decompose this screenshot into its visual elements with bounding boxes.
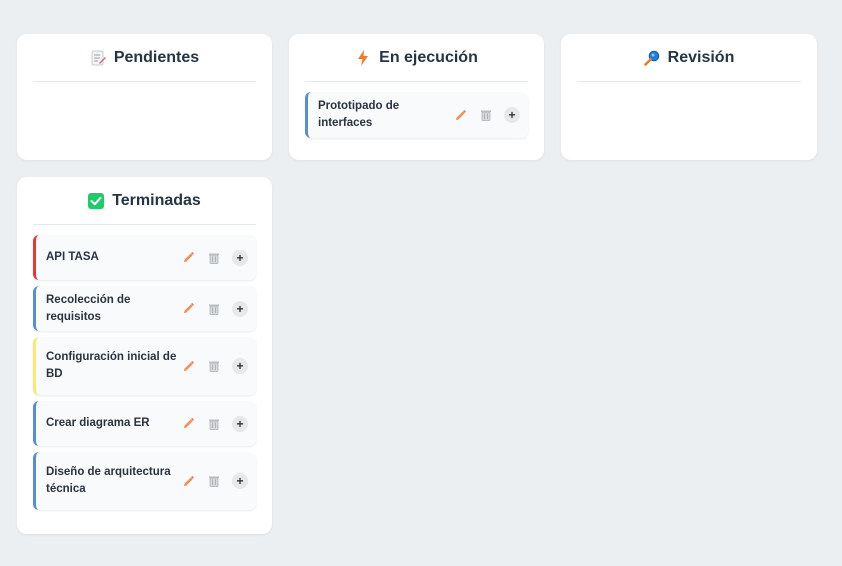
task-card[interactable]: Crear diagrama ER + xyxy=(33,401,256,446)
column-body xyxy=(577,82,801,92)
edit-pencil-icon[interactable] xyxy=(180,416,196,432)
magnifier-icon xyxy=(643,50,660,66)
add-button[interactable]: + xyxy=(232,358,248,374)
add-button[interactable]: + xyxy=(232,415,248,432)
column-title: En ejecución xyxy=(379,48,478,66)
trash-icon[interactable] xyxy=(206,473,222,489)
edit-pencil-icon[interactable] xyxy=(180,473,196,489)
column-title: Pendientes xyxy=(113,48,200,66)
column-pendientes: Pendientes xyxy=(17,34,272,160)
check-box-icon xyxy=(88,192,105,209)
trash-icon[interactable] xyxy=(206,250,222,266)
add-button[interactable]: + xyxy=(504,107,520,123)
column-body: Prototipado de interfaces + xyxy=(305,82,528,138)
column-revision: Revisión xyxy=(561,34,817,160)
task-card[interactable]: Prototipado de interfaces + xyxy=(305,92,528,138)
edit-pencil-icon[interactable] xyxy=(180,358,196,374)
column-body: API TASA + Recolección de requisitos + C… xyxy=(33,225,256,510)
kanban-board: Pendientes En ejecución Prototipado de i… xyxy=(0,0,842,566)
memo-icon xyxy=(90,50,106,66)
edit-pencil-icon[interactable] xyxy=(180,301,196,317)
task-card[interactable]: Recolección de requisitos + xyxy=(33,286,256,331)
add-button[interactable]: + xyxy=(232,300,248,317)
card-actions: + xyxy=(180,249,248,266)
trash-icon[interactable] xyxy=(206,416,222,432)
edit-pencil-icon[interactable] xyxy=(452,107,468,123)
task-title: Recolección de requisitos xyxy=(46,293,131,323)
task-title: Diseño de arquitectura técnica xyxy=(46,466,171,495)
card-actions: + xyxy=(180,300,248,317)
add-button[interactable]: + xyxy=(232,473,248,489)
card-actions: + xyxy=(180,415,248,432)
trash-icon[interactable] xyxy=(206,358,222,374)
column-title: Revisión xyxy=(667,48,735,66)
column-header: Terminadas xyxy=(33,177,256,225)
column-terminadas: Terminadas API TASA + Recolección de req… xyxy=(17,177,272,534)
column-en-ejecucion: En ejecución Prototipado de interfaces + xyxy=(289,34,544,160)
trash-icon[interactable] xyxy=(206,301,222,317)
column-header: Revisión xyxy=(577,34,801,82)
add-button[interactable]: + xyxy=(232,249,248,266)
card-actions: + xyxy=(180,473,248,489)
task-card[interactable]: Configuración inicial de BD + xyxy=(33,337,256,395)
task-title: API TASA xyxy=(46,251,99,263)
column-header: Pendientes xyxy=(33,34,256,82)
task-title: Crear diagrama ER xyxy=(46,417,150,429)
trash-icon[interactable] xyxy=(478,107,494,123)
lightning-icon xyxy=(355,49,371,66)
column-title: Terminadas xyxy=(112,191,201,209)
task-title: Configuración inicial de BD xyxy=(46,351,177,380)
task-card[interactable]: API TASA + xyxy=(33,235,256,280)
card-actions: + xyxy=(180,358,248,374)
card-actions: + xyxy=(452,107,520,123)
column-body xyxy=(33,82,256,92)
task-card[interactable]: Diseño de arquitectura técnica + xyxy=(33,452,256,510)
column-header: En ejecución xyxy=(305,34,528,82)
edit-pencil-icon[interactable] xyxy=(180,250,196,266)
task-title: Prototipado de interfaces xyxy=(318,100,400,129)
